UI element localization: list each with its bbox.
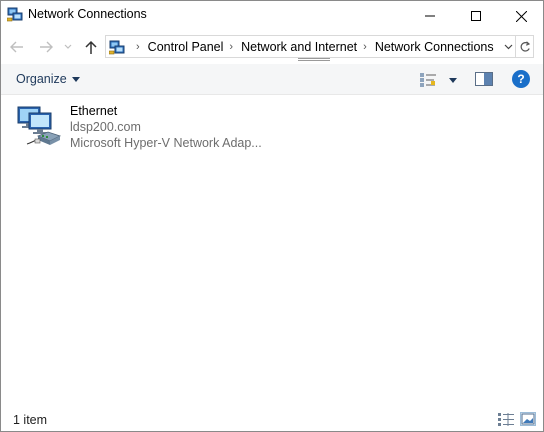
breadcrumb-control-panel[interactable]: Control Panel — [148, 40, 224, 54]
preview-pane-icon[interactable] — [475, 71, 493, 87]
connection-network: ldsp200.com — [70, 120, 141, 134]
close-button[interactable] — [498, 1, 544, 31]
breadcrumb: › Control Panel › Network and Internet ›… — [130, 36, 494, 57]
chevron-right-icon[interactable]: › — [136, 41, 140, 53]
explorer-window: Network Connections › Control Panel › Ne… — [0, 0, 544, 432]
organize-label: Organize — [16, 72, 67, 86]
caret-down-icon — [449, 77, 457, 83]
network-connections-icon — [7, 7, 23, 22]
list-item[interactable]: Ethernet ldsp200.com Microsoft Hyper-V N… — [15, 102, 265, 154]
refresh-button[interactable] — [516, 35, 534, 58]
address-bar[interactable]: › Control Panel › Network and Internet ›… — [105, 35, 516, 58]
large-icons-view-button[interactable] — [520, 412, 536, 426]
connection-device: Microsoft Hyper-V Network Adap... — [70, 136, 262, 150]
chevron-right-icon[interactable]: › — [229, 41, 233, 53]
connection-name: Ethernet — [70, 104, 118, 118]
recent-locations-button[interactable] — [61, 37, 75, 57]
forward-arrow-icon — [40, 41, 53, 53]
item-count: 1 item — [13, 413, 48, 427]
up-button[interactable] — [81, 37, 101, 57]
breadcrumb-network-connections[interactable]: Network Connections — [375, 40, 494, 54]
file-list[interactable]: Ethernet ldsp200.com Microsoft Hyper-V N… — [1, 96, 543, 406]
command-bar: Organize ? — [1, 64, 543, 95]
up-arrow-icon — [85, 40, 97, 54]
minimize-button[interactable] — [407, 1, 453, 31]
large-icons-view-icon — [521, 413, 535, 425]
minimize-icon — [425, 15, 435, 17]
maximize-icon — [471, 11, 481, 21]
resize-grip[interactable] — [298, 58, 330, 61]
navigation-bar: › Control Panel › Network and Internet ›… — [1, 31, 543, 63]
chevron-right-icon[interactable]: › — [363, 41, 367, 53]
refresh-icon — [520, 40, 530, 52]
chevron-down-icon — [504, 44, 512, 49]
details-view-icon[interactable] — [498, 413, 514, 426]
close-icon — [515, 10, 527, 22]
help-icon: ? — [517, 72, 525, 86]
address-history-button[interactable] — [501, 36, 515, 57]
help-button[interactable]: ? — [512, 70, 530, 88]
status-bar: 1 item — [1, 406, 543, 431]
back-arrow-icon — [10, 41, 23, 53]
organize-button[interactable]: Organize — [16, 72, 80, 86]
breadcrumb-network-and-internet[interactable]: Network and Internet — [241, 40, 357, 54]
window-title: Network Connections — [28, 7, 147, 21]
chevron-down-icon — [64, 44, 72, 49]
ethernet-adapter-icon — [17, 106, 62, 145]
maximize-button[interactable] — [453, 1, 499, 31]
title-bar[interactable]: Network Connections — [1, 1, 543, 31]
back-button[interactable] — [7, 37, 27, 57]
view-options-icon — [420, 73, 436, 87]
caret-down-icon — [71, 76, 80, 82]
network-folder-icon — [109, 40, 125, 55]
change-view-button[interactable] — [419, 70, 459, 90]
forward-button[interactable] — [36, 37, 56, 57]
